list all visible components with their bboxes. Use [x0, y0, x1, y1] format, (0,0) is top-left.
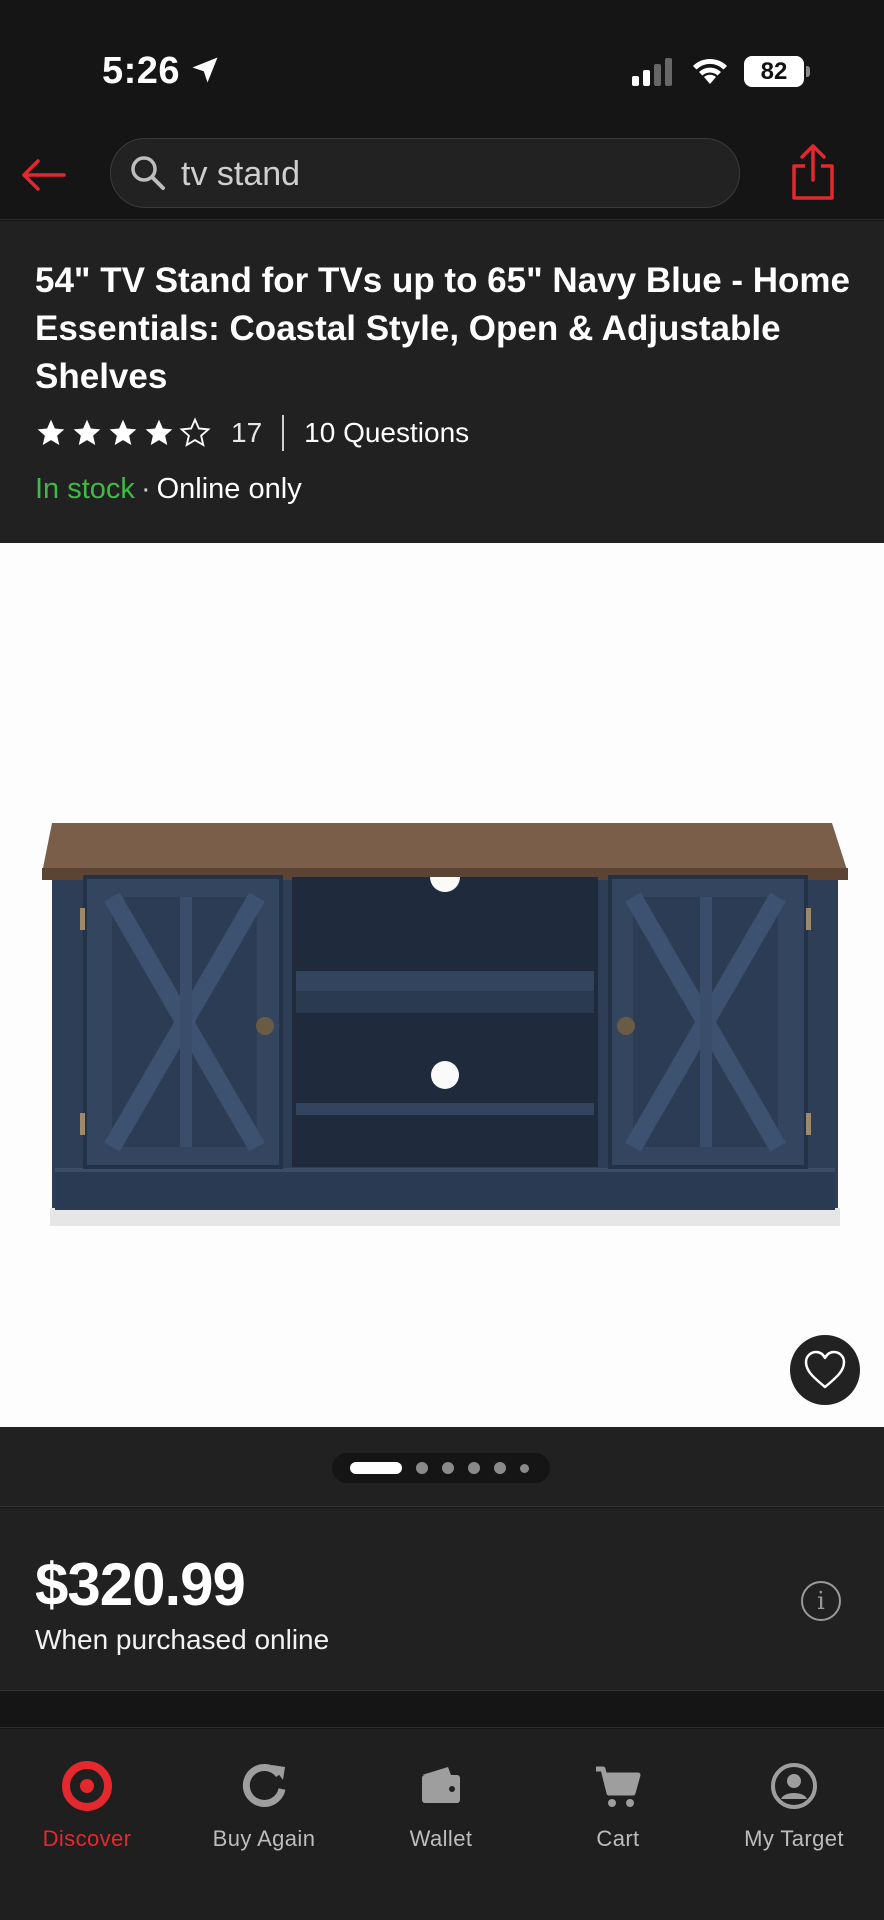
star-rating [35, 417, 211, 449]
nav-discover[interactable]: Discover [7, 1754, 167, 1852]
search-query: tv stand [181, 155, 301, 193]
nav-buy-again[interactable]: Buy Again [184, 1754, 344, 1852]
availability-row: In stock · Online only [35, 473, 302, 506]
nav-wallet[interactable]: Wallet [361, 1754, 521, 1852]
price-note: When purchased online [35, 1624, 330, 1655]
carousel-dot[interactable] [468, 1462, 480, 1474]
back-arrow-icon[interactable] [18, 150, 68, 200]
review-count[interactable]: 17 [231, 417, 262, 449]
battery-indicator: 82 [744, 56, 810, 87]
carousel-dot[interactable] [442, 1462, 454, 1474]
price-section: $320.99 When purchased online i [0, 1508, 884, 1691]
bottom-navigation: Discover Buy Again Wallet Cart My Target [0, 1729, 884, 1920]
tv-stand-product-image [42, 823, 848, 1226]
product-title: 54" TV Stand for TVs up to 65" Navy Blue… [35, 261, 851, 396]
carousel-dot[interactable] [416, 1462, 428, 1474]
status-time: 5:26 [102, 50, 181, 92]
carousel-dot-active[interactable] [350, 1462, 402, 1474]
product-header: 54" TV Stand for TVs up to 65" Navy Blue… [0, 221, 884, 543]
share-icon[interactable] [788, 142, 838, 202]
nav-label: Cart [596, 1826, 640, 1851]
search-input[interactable]: tv stand [110, 138, 740, 208]
carousel-dot[interactable] [520, 1463, 529, 1473]
cellular-signal-icon [632, 58, 672, 86]
section-divider [0, 1692, 884, 1728]
user-icon [771, 1763, 817, 1809]
nav-label: Buy Again [212, 1826, 316, 1851]
carousel-dots[interactable] [332, 1453, 550, 1483]
product-image-carousel[interactable] [0, 543, 884, 1427]
star-filled-icon [145, 419, 173, 445]
product-price: $320.99 [35, 1551, 246, 1618]
questions-link[interactable]: 10 Questions [304, 417, 469, 449]
price-info-icon[interactable]: i [801, 1581, 841, 1621]
heart-icon [804, 1350, 846, 1389]
location-arrow-icon [192, 57, 218, 83]
status-bar: 5:26 82 [0, 0, 884, 130]
nav-label: My Target [744, 1826, 844, 1851]
search-icon [131, 156, 165, 190]
carousel-dot[interactable] [494, 1462, 506, 1474]
nav-label: Wallet [409, 1826, 473, 1851]
nav-my-target[interactable]: My Target [714, 1754, 874, 1852]
search-header: tv stand [0, 130, 884, 220]
stock-status: In stock [35, 473, 135, 505]
cart-icon [596, 1766, 641, 1807]
favorite-button[interactable] [790, 1335, 860, 1405]
star-filled-icon [37, 419, 65, 445]
star-filled-icon [73, 419, 101, 445]
nav-cart[interactable]: Cart [538, 1754, 698, 1852]
wifi-icon [693, 58, 727, 84]
star-filled-icon [109, 419, 137, 445]
wallet-icon [422, 1767, 460, 1803]
target-icon [62, 1761, 112, 1811]
stock-separator: · [140, 473, 151, 505]
rating-row[interactable]: 17 10 Questions [35, 413, 469, 453]
availability-note: Online only [156, 473, 302, 505]
refresh-icon [242, 1763, 286, 1807]
rating-divider [282, 415, 285, 451]
star-empty-icon [179, 417, 211, 447]
carousel-indicator-bar [0, 1427, 884, 1507]
nav-label: Discover [42, 1826, 132, 1851]
